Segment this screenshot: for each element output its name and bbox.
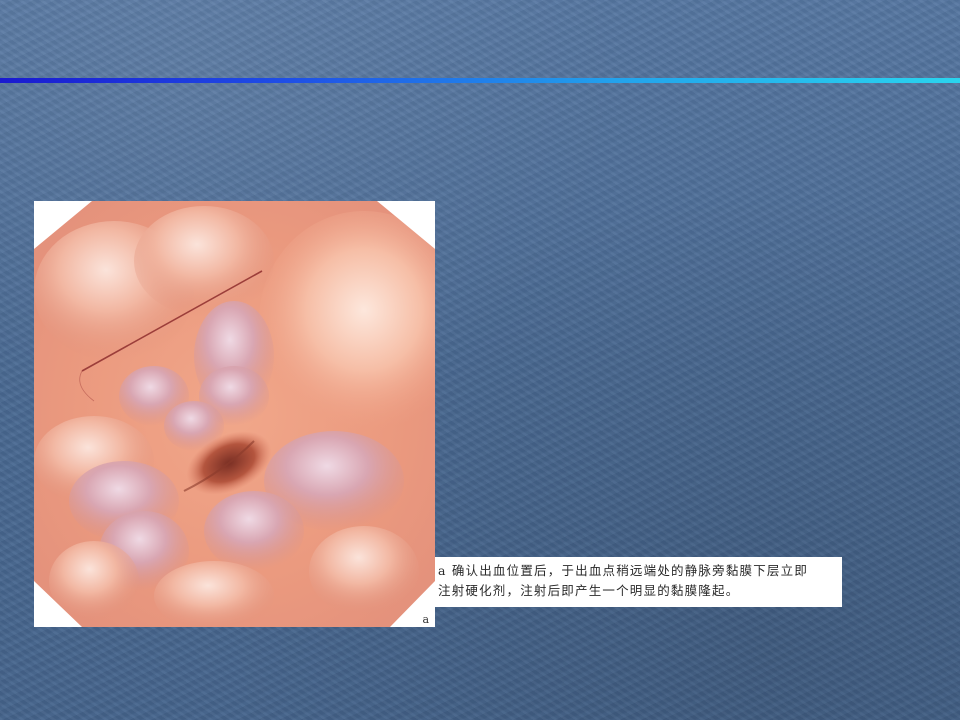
caption-line-1: a 确认出血位置后，于出血点稍远端处的静脉旁黏膜下层立即 bbox=[438, 563, 809, 578]
slide-title-area bbox=[0, 0, 960, 78]
figure-panel-letter: a bbox=[422, 613, 429, 626]
caption-line-2: 注射硬化剂，注射后即产生一个明显的黏膜隆起。 bbox=[438, 583, 740, 598]
endoscopy-figure: a bbox=[34, 201, 435, 627]
endoscopy-illustration bbox=[34, 201, 435, 627]
title-divider-rule bbox=[0, 78, 960, 83]
figure-caption: a 确认出血位置后，于出血点稍远端处的静脉旁黏膜下层立即 注射硬化剂，注射后即产… bbox=[435, 557, 842, 607]
